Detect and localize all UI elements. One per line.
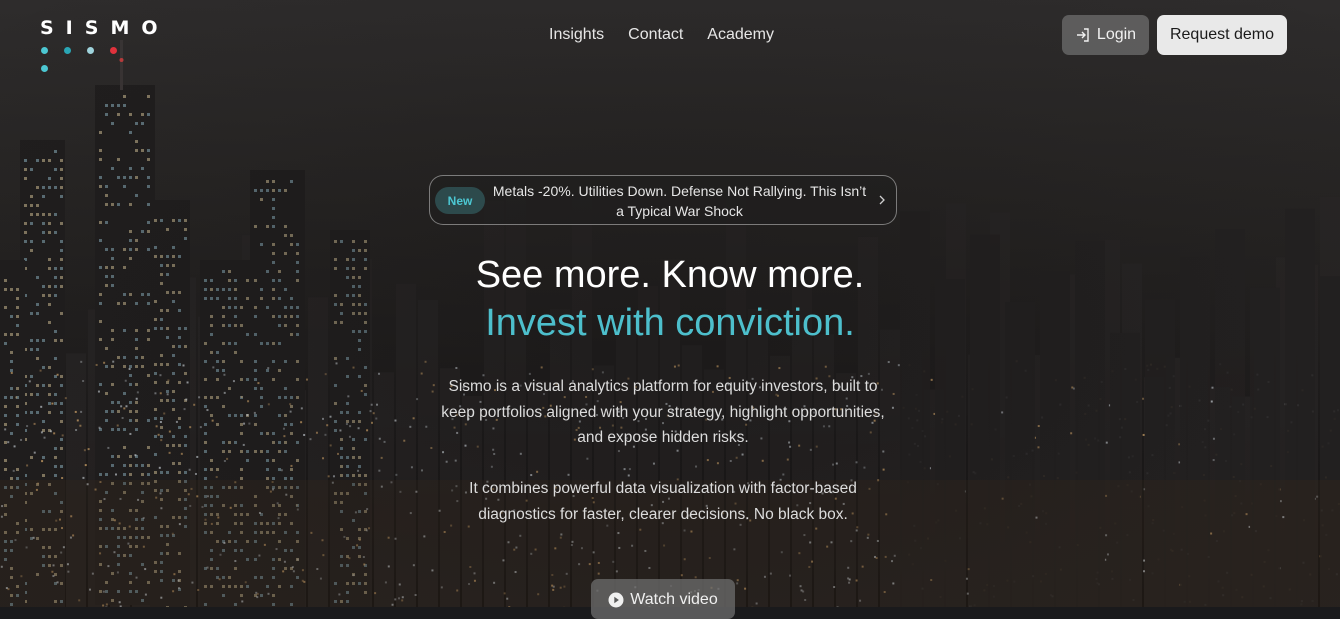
sismo-logo[interactable]: SISMO: [40, 18, 144, 52]
logo-dot: [41, 47, 48, 54]
logo-dots: [41, 41, 144, 77]
logo-wordmark: SISMO: [40, 18, 170, 38]
announcement-text: Metals -20%. Utilities Down. Defense Not…: [492, 181, 867, 221]
new-badge: New: [435, 187, 485, 214]
login-label: Login: [1097, 26, 1136, 44]
hero-headline-line2: Invest with conviction.: [0, 300, 1340, 346]
hero-description-2: It combines powerful data visualization …: [440, 476, 886, 527]
login-button[interactable]: Login: [1062, 15, 1149, 55]
watch-video-button[interactable]: Watch video: [591, 579, 735, 619]
login-icon: [1075, 27, 1091, 43]
logo-dot: [110, 47, 117, 54]
logo-dot: [41, 65, 48, 72]
chevron-right-icon: [877, 193, 887, 207]
main-nav: Insights Contact Academy: [549, 24, 798, 46]
logo-dot: [87, 47, 94, 54]
logo-dot: [64, 47, 71, 54]
nav-item-academy[interactable]: Academy: [707, 24, 774, 46]
nav-item-insights[interactable]: Insights: [549, 24, 604, 46]
request-demo-button[interactable]: Request demo: [1157, 15, 1287, 55]
announcement-banner[interactable]: New Metals -20%. Utilities Down. Defense…: [429, 175, 897, 225]
nav-item-contact[interactable]: Contact: [628, 24, 683, 46]
watch-video-label: Watch video: [630, 591, 717, 609]
hero-headline-line1: See more. Know more.: [0, 252, 1340, 298]
play-icon: [608, 592, 624, 608]
hero-description-1: Sismo is a visual analytics platform for…: [440, 374, 886, 451]
